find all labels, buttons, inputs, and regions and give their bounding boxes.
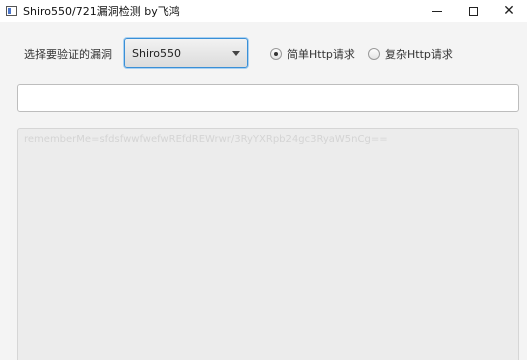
chevron-down-icon bbox=[232, 51, 240, 56]
close-button[interactable]: ✕ bbox=[491, 0, 527, 22]
vuln-select-label: 选择要验证的漏洞 bbox=[24, 48, 112, 61]
close-icon: ✕ bbox=[503, 3, 515, 19]
radio-complex-http[interactable]: 复杂Http请求 bbox=[368, 46, 453, 62]
radio-complex-label: 复杂Http请求 bbox=[385, 48, 453, 61]
app-icon bbox=[6, 6, 17, 16]
radio-simple-http[interactable]: 简单Http请求 bbox=[270, 46, 355, 62]
radio-complex-indicator[interactable] bbox=[368, 48, 380, 60]
output-text: rememberMe=sfdsfwwfwefwREfdREWrwr/3RyYXR… bbox=[24, 134, 388, 145]
radio-simple-indicator[interactable] bbox=[270, 48, 282, 60]
radio-simple-label: 简单Http请求 bbox=[287, 48, 355, 61]
maximize-icon bbox=[468, 6, 478, 16]
vuln-select-value: Shiro550 bbox=[132, 46, 182, 60]
window-controls: ✕ bbox=[419, 0, 527, 22]
app-window: Shiro550/721漏洞检测 by飞鸿 ✕ 选择要验证的漏洞 Shiro55… bbox=[0, 0, 527, 360]
minimize-button[interactable] bbox=[419, 0, 455, 22]
window-title: Shiro550/721漏洞检测 by飞鸿 bbox=[23, 5, 180, 18]
vuln-select[interactable]: Shiro550 bbox=[124, 38, 248, 68]
maximize-button[interactable] bbox=[455, 0, 491, 22]
output-textarea[interactable]: rememberMe=sfdsfwwfwefwREfdREWrwr/3RyYXR… bbox=[17, 128, 519, 360]
url-input[interactable] bbox=[17, 84, 519, 112]
minimize-icon bbox=[432, 10, 442, 12]
title-bar[interactable]: Shiro550/721漏洞检测 by飞鸿 ✕ bbox=[0, 0, 527, 22]
